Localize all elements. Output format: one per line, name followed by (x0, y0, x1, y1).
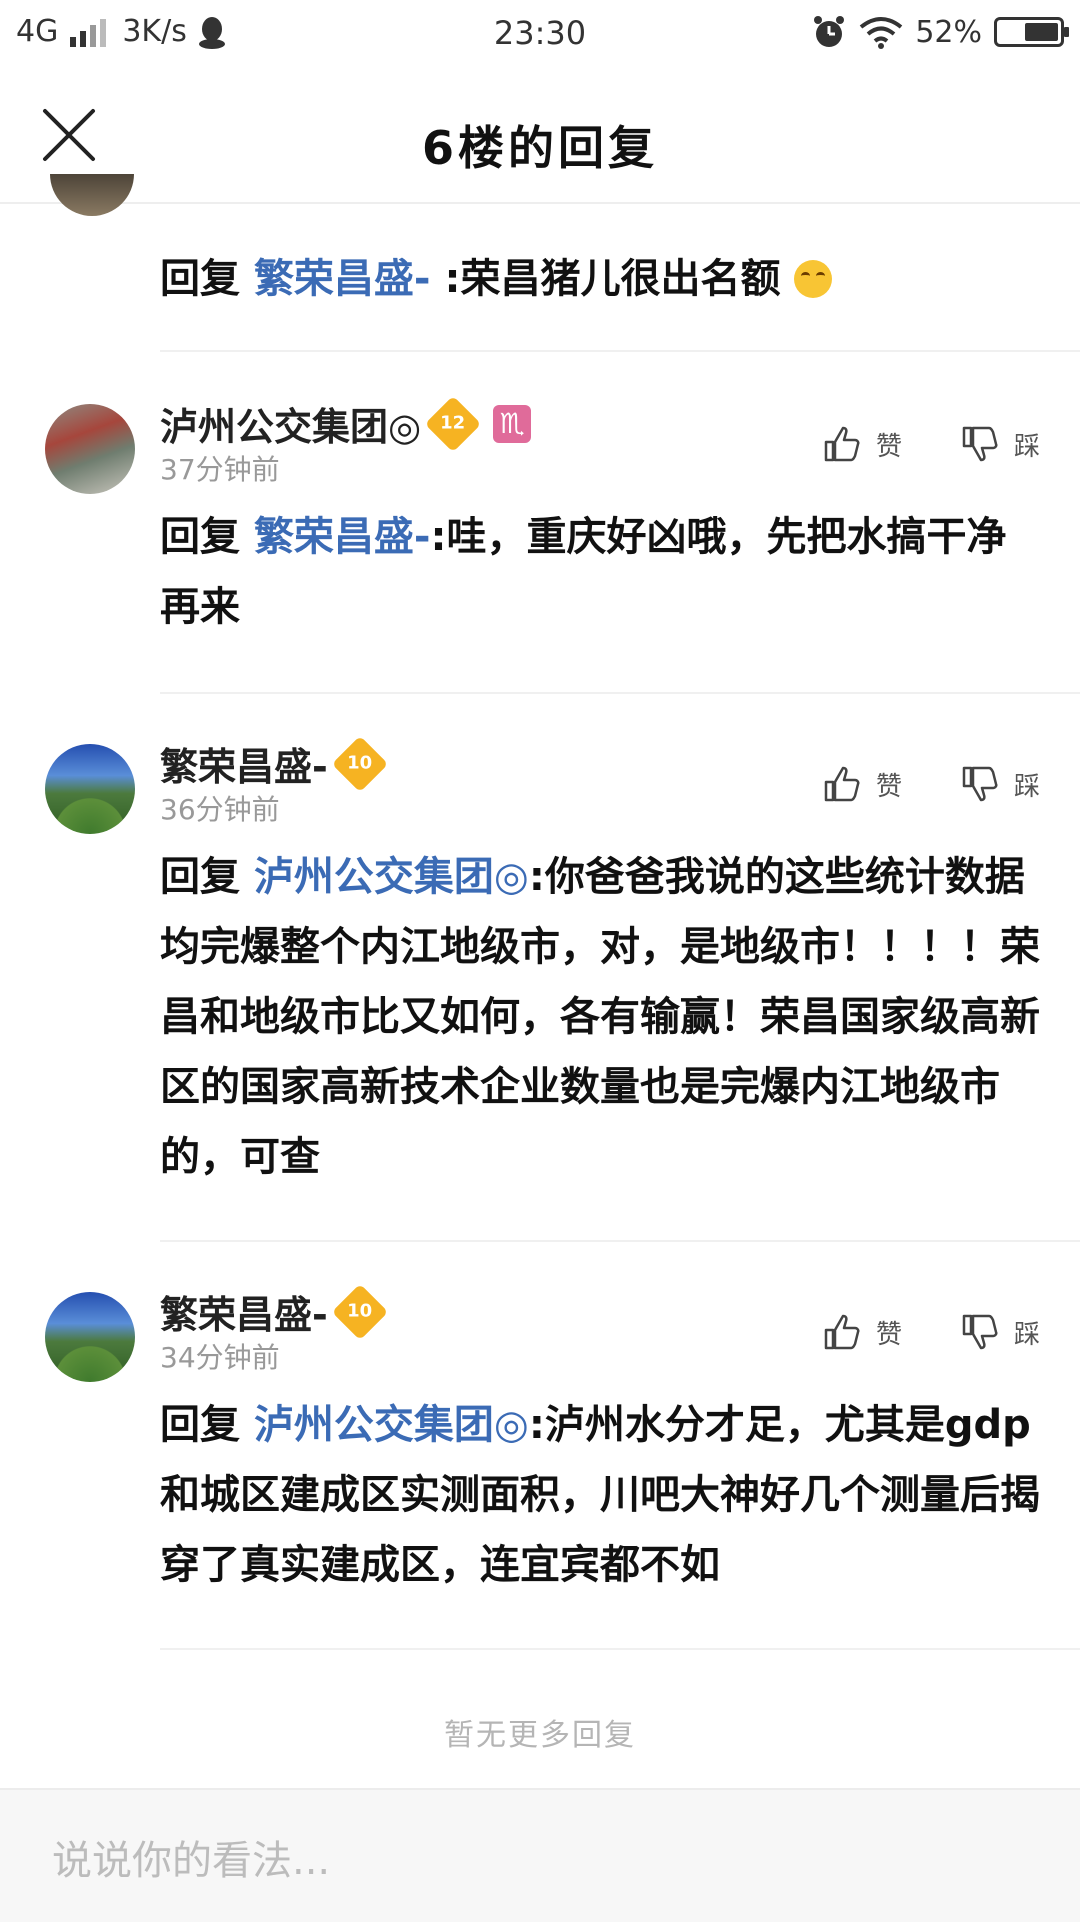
divider (160, 1240, 1080, 1242)
timestamp: 34分钟前 (160, 1341, 280, 1374)
comment-actions: 赞 踩 (822, 764, 1040, 804)
username-text: 泸州公交集团◎ (160, 405, 422, 449)
reply-body: 回复 泸州公交集团◎:你爸爸我说的这些统计数据均完爆整个内江地级市，对，是地级市… (160, 842, 1040, 1192)
battery-icon (994, 17, 1069, 47)
divider (160, 1648, 1080, 1650)
username[interactable]: 泸州公交集团◎ 12 ♏ (160, 395, 532, 452)
like-button[interactable]: 赞 (822, 764, 902, 804)
thumbs-up-icon (824, 426, 860, 462)
comment-input-bar[interactable]: 说说你的看法... (0, 1788, 1080, 1922)
thumbs-down-icon (962, 1314, 998, 1350)
reply-prefix: 回复 (160, 514, 240, 560)
reply-prefix: 回复 (160, 256, 240, 302)
divider (160, 692, 1080, 694)
dislike-label: 踩 (1013, 1319, 1040, 1350)
dislike-label: 踩 (1013, 771, 1040, 802)
thumbs-down-icon (962, 426, 998, 462)
reply-body: 回复 繁荣昌盛- :荣昌猪儿很出名额 (160, 244, 1040, 314)
status-bar: 4G 3K/s 23:30 52% (0, 0, 1080, 72)
dislike-button[interactable]: 踩 (960, 764, 1040, 804)
timestamp: 37分钟前 (160, 453, 280, 486)
like-button[interactable]: 赞 (822, 424, 902, 464)
avatar[interactable] (45, 744, 135, 834)
scorpio-icon: ♏ (493, 404, 532, 443)
reply-text: :你爸爸我说的这些统计数据均完爆整个内江地级市，对，是地级市！！！！荣昌和地级市… (160, 854, 1040, 1180)
laughing-emoji-icon (794, 260, 833, 298)
reply-text: :荣昌猪儿很出名额 (444, 256, 781, 302)
mention-link[interactable]: 繁荣昌盛- (254, 514, 431, 560)
dislike-label: 踩 (1013, 431, 1040, 462)
username[interactable]: 繁荣昌盛- 10 (160, 1283, 389, 1340)
header: 6楼的回复 (0, 72, 1080, 204)
timestamp: 36分钟前 (160, 793, 280, 826)
thumbs-up-icon (824, 766, 860, 802)
mention-link[interactable]: 繁荣昌盛- (254, 256, 431, 302)
like-label: 赞 (875, 1319, 902, 1350)
like-label: 赞 (875, 431, 902, 462)
reply-body: 回复 繁荣昌盛-:哇，重庆好凶哦，先把水搞干净再来 (160, 502, 1040, 642)
dislike-button[interactable]: 踩 (960, 1312, 1040, 1352)
username-text: 繁荣昌盛- (160, 1293, 328, 1337)
like-label: 赞 (875, 771, 902, 802)
comment-input[interactable]: 说说你的看法... (52, 1828, 330, 1886)
avatar[interactable] (50, 174, 134, 216)
reply-prefix: 回复 (160, 1402, 240, 1448)
level-badge: 10 (331, 1283, 389, 1340)
no-more-replies: 暂无更多回复 (444, 1718, 636, 1753)
battery-percent: 52% (915, 14, 982, 50)
comment-actions: 赞 踩 (822, 1312, 1040, 1352)
wifi-icon (860, 17, 903, 49)
like-button[interactable]: 赞 (822, 1312, 902, 1352)
reply-body: 回复 泸州公交集团◎:泸州水分才足，尤其是gdp和城区建成区实测面积，川吧大神好… (160, 1390, 1040, 1600)
dislike-button[interactable]: 踩 (960, 424, 1040, 464)
thumbs-down-icon (962, 766, 998, 802)
mention-link[interactable]: 泸州公交集团◎ (254, 854, 529, 900)
avatar[interactable] (45, 404, 135, 494)
level-badge: 10 (331, 735, 389, 792)
reply-prefix: 回复 (160, 854, 240, 900)
level-badge: 12 (424, 395, 482, 452)
status-right: 52% (811, 14, 1069, 50)
avatar[interactable] (45, 1292, 135, 1382)
thumbs-up-icon (824, 1314, 860, 1350)
username[interactable]: 繁荣昌盛- 10 (160, 735, 389, 792)
alarm-icon (814, 16, 845, 47)
mention-link[interactable]: 泸州公交集团◎ (254, 1402, 529, 1448)
username-text: 繁荣昌盛- (160, 745, 328, 789)
comment-actions: 赞 踩 (822, 424, 1040, 464)
divider (160, 350, 1080, 352)
page-title: 6楼的回复 (421, 121, 658, 175)
